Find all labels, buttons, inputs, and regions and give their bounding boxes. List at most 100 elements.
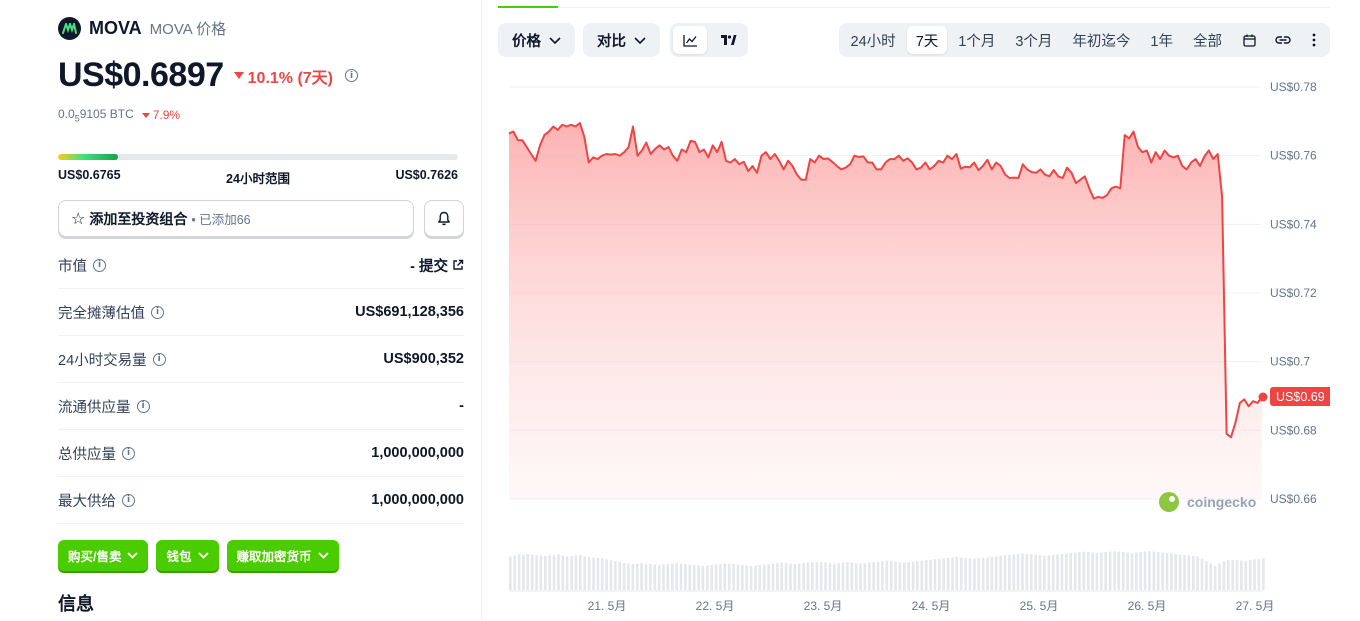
info-icon[interactable]: i (151, 305, 164, 319)
info-icon[interactable]: i (93, 258, 106, 272)
range-24h-high: US$0.7626 (395, 168, 458, 182)
volume-bar (1135, 552, 1138, 590)
chevron-down-icon (317, 552, 329, 559)
volume-bar (1016, 554, 1020, 590)
tradingview-toggle[interactable] (711, 26, 745, 54)
stat-row-fdv: 完全摊薄估值 i US$691,128,356 (58, 289, 464, 336)
more-options-button[interactable] (1301, 26, 1327, 54)
period-1m[interactable]: 1个月 (949, 26, 1004, 54)
volume-bar (692, 565, 696, 590)
volume-bar (688, 564, 692, 590)
volume-bar (561, 555, 565, 590)
volume-bar (1222, 561, 1226, 590)
wallet-button[interactable]: 钱包 (156, 540, 219, 571)
volume-bar (1209, 563, 1213, 590)
stat-row-max-supply: 最大供给 i 1,000,000,000 (58, 477, 464, 524)
volume-bar (727, 563, 731, 590)
stat-label-text: 总供应量 (58, 446, 116, 463)
btc-change: 7.9% (141, 108, 180, 122)
x-tick-label: 22. 5月 (696, 599, 735, 613)
period-1y[interactable]: 1年 (1141, 26, 1182, 54)
volume-bar (863, 563, 867, 590)
line-chart-icon (682, 34, 697, 47)
volume-bar (1117, 551, 1121, 590)
volume-bar (1253, 559, 1256, 590)
period-3m[interactable]: 3个月 (1006, 26, 1061, 54)
info-icon[interactable]: i (122, 493, 135, 507)
volume-bar (1227, 560, 1230, 590)
period-24h[interactable]: 24小时 (842, 26, 905, 54)
volume-bar (1030, 554, 1033, 590)
period-selector: 24小时 7天 1个月 3个月 年初迄今 1年 全部 (838, 23, 1330, 57)
chart-type-toggle (670, 23, 748, 57)
info-icon[interactable]: i (345, 69, 359, 82)
volume-bar (618, 562, 621, 590)
market-cap-submit-link[interactable]: - 提交 (410, 255, 464, 276)
info-icon[interactable]: i (136, 399, 150, 413)
range-24h-label: 24小时范围 (226, 172, 290, 186)
volume-bar (811, 562, 814, 590)
btc-price-suffix: 9105 BTC (79, 107, 134, 121)
stat-label-text: 流通供应量 (58, 399, 131, 416)
volume-bar (609, 560, 613, 590)
x-tick-label: 23. 5月 (804, 599, 843, 613)
volume-bar (1047, 555, 1051, 590)
earn-crypto-button[interactable]: 赚取加密货币 (226, 540, 339, 571)
volume-bar (749, 566, 753, 590)
volume-bar (732, 564, 735, 590)
volume-bar (1065, 553, 1068, 590)
price-dropdown[interactable]: 价格 (498, 23, 575, 57)
volume-bar (1152, 551, 1156, 590)
volume-bar (592, 557, 595, 590)
period-7d[interactable]: 7天 (906, 26, 948, 54)
volume-bar (841, 562, 845, 590)
volume-bar (907, 562, 910, 590)
add-to-portfolio-button[interactable]: ☆ 添加至投资组合 • 已添加66 (58, 200, 414, 237)
price-alert-button[interactable] (424, 200, 464, 237)
volume-bar (570, 555, 573, 590)
volume-bar (614, 561, 617, 590)
volume-bar (1200, 558, 1204, 590)
mova-logo-icon (58, 17, 81, 40)
info-icon[interactable]: i (122, 446, 135, 460)
watermark-text: coingecko (1187, 494, 1256, 510)
line-chart-toggle[interactable] (673, 26, 707, 54)
volume-bar (1257, 558, 1261, 590)
volume-bar (1104, 552, 1107, 590)
info-icon[interactable]: i (152, 352, 166, 366)
volume-bar (557, 554, 560, 590)
volume-bar (535, 555, 538, 590)
volume-bar (793, 564, 797, 590)
volume-bar (885, 560, 889, 590)
coingecko-watermark: coingecko (1159, 492, 1256, 512)
share-link-button[interactable] (1267, 26, 1299, 54)
info-section-title: 信息 (58, 594, 94, 614)
period-ytd[interactable]: 年初迄今 (1063, 26, 1139, 54)
calendar-button[interactable] (1233, 26, 1265, 54)
price-chart[interactable]: US$0.78 US$0.76 US$0.74 US$0.72 US$0.7 US$0.6… (498, 70, 1330, 621)
volume-bar (517, 554, 521, 590)
volume-bar (679, 563, 683, 590)
volume-bar (802, 563, 805, 590)
bell-icon (438, 211, 450, 226)
compare-dropdown[interactable]: 对比 (583, 23, 660, 57)
volume-bar (1170, 553, 1173, 590)
coin-name: MOVA (89, 18, 142, 38)
coin-summary-panel: MOVA MOVA 价格 US$0.6897 10.1% (7天) i 0.05… (58, 0, 464, 621)
current-price-label-text: US$0.69 (1276, 390, 1325, 404)
panel-divider (481, 0, 482, 621)
volume-bar (990, 556, 994, 590)
current-price-dot (1258, 392, 1268, 402)
coingecko-eye-icon (1169, 496, 1175, 502)
volume-bar (631, 564, 635, 590)
coin-price: US$0.6897 (58, 56, 224, 94)
volume-bar (1161, 552, 1164, 590)
volume-bar (1174, 554, 1177, 590)
add-to-portfolio-label: 添加至投资组合 (89, 210, 188, 227)
buy-sell-button[interactable]: 购买/售卖 (58, 540, 149, 571)
volume-bar (1262, 558, 1265, 590)
star-icon: ☆ (71, 209, 86, 228)
period-all[interactable]: 全部 (1184, 26, 1231, 54)
volume-bar (539, 555, 543, 590)
volume-bar (714, 564, 718, 590)
